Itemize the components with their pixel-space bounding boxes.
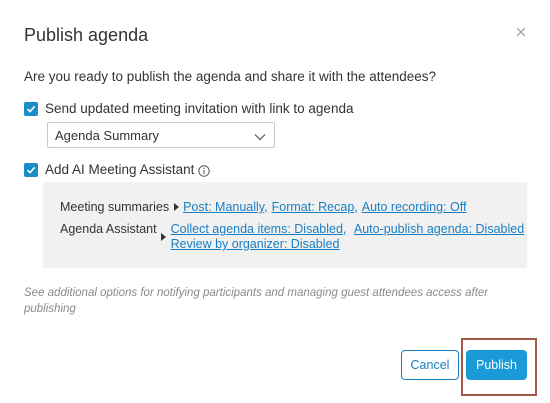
send-invitation-option: Send updated meeting invitation with lin…: [24, 101, 353, 116]
link-collect-agenda-items[interactable]: Collect agenda items: Disabled,: [171, 222, 347, 236]
info-icon[interactable]: [198, 164, 211, 177]
check-icon: [26, 105, 36, 113]
link-auto-publish-agenda[interactable]: Auto-publish agenda: Disabled: [354, 222, 524, 236]
agenda-format-select[interactable]: Agenda Summary: [47, 122, 275, 148]
meeting-summaries-row: Meeting summaries Post: Manually, Format…: [60, 200, 466, 214]
meeting-summaries-label: Meeting summaries: [60, 200, 170, 214]
ai-settings-panel: Meeting summaries Post: Manually, Format…: [43, 182, 527, 268]
check-icon: [26, 166, 36, 174]
publish-button-highlight: [461, 338, 537, 396]
link-auto-recording[interactable]: Auto recording: Off: [362, 200, 467, 214]
cancel-button[interactable]: Cancel: [401, 350, 459, 380]
close-icon[interactable]: [514, 25, 528, 39]
agenda-format-value: Agenda Summary: [55, 127, 160, 143]
publish-agenda-dialog: Publish agenda Are you ready to publish …: [0, 0, 550, 403]
ai-assistant-label: Add AI Meeting Assistant: [45, 162, 195, 177]
caret-right-icon: [160, 222, 168, 251]
ai-assistant-option: Add AI Meeting Assistant: [24, 162, 211, 177]
caret-right-icon: [172, 200, 180, 214]
dialog-title: Publish agenda: [24, 25, 149, 45]
send-invitation-checkbox[interactable]: [24, 101, 38, 116]
agenda-assistant-label: Agenda Assistant: [60, 222, 157, 236]
link-format-recap[interactable]: Format: Recap,: [272, 200, 358, 214]
link-review-by-organizer[interactable]: Review by organizer: Disabled: [171, 237, 340, 251]
chevron-down-icon: [254, 130, 266, 145]
agenda-assistant-links: Collect agenda items: Disabled, Auto-pub…: [171, 222, 525, 251]
send-invitation-label: Send updated meeting invitation with lin…: [45, 101, 354, 116]
ai-assistant-checkbox[interactable]: [24, 162, 38, 177]
publish-question: Are you ready to publish the agenda and …: [24, 69, 437, 84]
publishing-options-note: See additional options for notifying par…: [24, 287, 489, 315]
link-post-manually[interactable]: Post: Manually,: [183, 200, 268, 214]
agenda-assistant-row: Agenda Assistant Collect agenda items: D…: [60, 222, 524, 251]
